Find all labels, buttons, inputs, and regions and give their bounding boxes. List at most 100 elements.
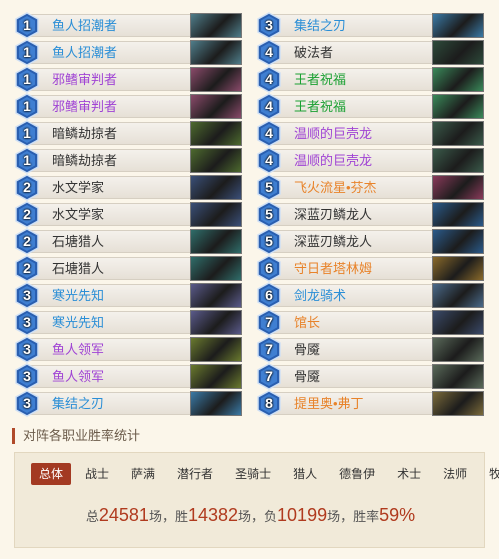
card-art-image (190, 364, 242, 389)
card-row[interactable]: 飞火流星•芬杰 5 (256, 174, 484, 201)
card-row[interactable]: 深蓝刃鳞龙人 5 (256, 228, 484, 255)
card-art-image (432, 229, 484, 254)
card-name: 温顺的巨壳龙 (294, 153, 373, 168)
summary-unit-1: 场，胜 (148, 509, 188, 524)
card-row[interactable]: 鱼人领军 3 (14, 336, 242, 363)
deck-column-right: 集结之刃 3 破法者 4 王者祝福 4 王者祝福 4 温顺的巨壳龙 4 温顺的巨壳龙 4 飞火流星•芬杰… (256, 12, 484, 417)
mana-gem-icon: 2 (14, 228, 40, 255)
card-name: 集结之刃 (52, 396, 105, 411)
card-art-image (432, 94, 484, 119)
card-row[interactable]: 鱼人招潮者 1 (14, 12, 242, 39)
summary-unit-3: 场，胜率 (327, 509, 380, 524)
card-name: 寒光先知 (52, 288, 105, 303)
tab-class-4[interactable]: 圣骑士 (227, 463, 279, 485)
card-row[interactable]: 鱼人招潮者 1 (14, 39, 242, 66)
card-row[interactable]: 骨魇 7 (256, 363, 484, 390)
card-row[interactable]: 鱼人领军 3 (14, 363, 242, 390)
card-art-image (432, 175, 484, 200)
card-name: 鱼人招潮者 (52, 18, 118, 33)
card-row[interactable]: 破法者 4 (256, 39, 484, 66)
card-art-image (432, 121, 484, 146)
card-name: 石塘猎人 (52, 234, 105, 249)
tab-class-7[interactable]: 术士 (389, 463, 429, 485)
card-row[interactable]: 剑龙骑术 6 (256, 282, 484, 309)
card-row[interactable]: 寒光先知 3 (14, 282, 242, 309)
mana-gem-icon: 4 (256, 93, 282, 120)
card-name: 集结之刃 (294, 18, 347, 33)
card-cost: 4 (265, 44, 273, 60)
tab-class-1[interactable]: 战士 (77, 463, 117, 485)
mana-gem-icon: 3 (14, 282, 40, 309)
card-row[interactable]: 提里奥•弗丁 8 (256, 390, 484, 417)
card-name: 鱼人领军 (52, 369, 105, 384)
card-cost: 4 (265, 125, 273, 141)
card-art-image (190, 13, 242, 38)
tab-class-0[interactable]: 总体 (31, 463, 72, 485)
card-art-image (190, 310, 242, 335)
tab-class-6[interactable]: 德鲁伊 (331, 463, 383, 485)
deck-column-left: 鱼人招潮者 1 鱼人招潮者 1 邪鳍审判者 1 邪鳍审判者 1 暗鳞劫掠者 1 暗鳞劫掠者 1 水文学家… (14, 12, 242, 417)
card-name: 剑龙骑术 (294, 288, 347, 303)
card-row[interactable]: 石塘猎人 2 (14, 228, 242, 255)
card-name: 馆长 (294, 315, 321, 330)
card-art-image (432, 13, 484, 38)
card-row[interactable]: 守日者塔林姆 6 (256, 255, 484, 282)
card-cost: 6 (265, 260, 273, 276)
card-row[interactable]: 邪鳍审判者 1 (14, 66, 242, 93)
card-art-image (432, 364, 484, 389)
tab-class-5[interactable]: 猎人 (285, 463, 325, 485)
card-name: 骨魇 (294, 342, 321, 357)
card-row[interactable]: 水文学家 2 (14, 201, 242, 228)
card-name: 鱼人领军 (52, 342, 105, 357)
card-name: 石塘猎人 (52, 261, 105, 276)
card-row[interactable]: 温顺的巨壳龙 4 (256, 120, 484, 147)
mana-gem-icon: 7 (256, 336, 282, 363)
card-row[interactable]: 王者祝福 4 (256, 66, 484, 93)
summary-unit-2: 场，负 (238, 509, 278, 524)
card-row[interactable]: 馆长 7 (256, 309, 484, 336)
card-name: 鱼人招潮者 (52, 45, 118, 60)
card-name: 骨魇 (294, 369, 321, 384)
tab-class-2[interactable]: 萨满 (123, 463, 163, 485)
mana-gem-icon: 6 (256, 282, 282, 309)
tab-class-8[interactable]: 法师 (435, 463, 475, 485)
card-row[interactable]: 寒光先知 3 (14, 309, 242, 336)
card-row[interactable]: 暗鳞劫掠者 1 (14, 120, 242, 147)
card-cost: 6 (265, 287, 273, 303)
card-row[interactable]: 王者祝福 4 (256, 93, 484, 120)
card-row[interactable]: 石塘猎人 2 (14, 255, 242, 282)
mana-gem-icon: 1 (14, 66, 40, 93)
card-cost: 5 (265, 179, 273, 195)
losses-count: 10199 (277, 505, 328, 525)
class-tabs: 总体战士萨满潜行者圣骑士猎人德鲁伊术士法师牧师 (31, 463, 499, 485)
card-row[interactable]: 温顺的巨壳龙 4 (256, 147, 484, 174)
tab-class-9[interactable]: 牧师 (481, 463, 499, 485)
tab-class-3[interactable]: 潜行者 (169, 463, 221, 485)
card-row[interactable]: 骨魇 7 (256, 336, 484, 363)
card-row[interactable]: 深蓝刃鳞龙人 5 (256, 201, 484, 228)
card-art-image (190, 337, 242, 362)
card-cost: 3 (23, 368, 31, 384)
mana-gem-icon: 7 (256, 363, 282, 390)
card-art-image (432, 148, 484, 173)
summary-prefix: 总 (85, 509, 99, 524)
mana-gem-icon: 1 (14, 39, 40, 66)
card-art-image (190, 229, 242, 254)
card-art-image (432, 337, 484, 362)
total-games: 24581 (98, 505, 149, 525)
card-row[interactable]: 集结之刃 3 (256, 12, 484, 39)
card-cost: 4 (265, 152, 273, 168)
stats-section-title: 对阵各职业胜率统计 (12, 428, 140, 444)
card-row[interactable]: 集结之刃 3 (14, 390, 242, 417)
mana-gem-icon: 4 (256, 39, 282, 66)
card-row[interactable]: 暗鳞劫掠者 1 (14, 147, 242, 174)
card-art-image (432, 40, 484, 65)
card-art-image (190, 94, 242, 119)
card-row[interactable]: 邪鳍审判者 1 (14, 93, 242, 120)
card-art-image (432, 256, 484, 281)
card-row[interactable]: 水文学家 2 (14, 174, 242, 201)
card-name: 温顺的巨壳龙 (294, 126, 373, 141)
card-name: 王者祝福 (294, 72, 347, 87)
card-art-image (190, 148, 242, 173)
mana-gem-icon: 3 (14, 336, 40, 363)
